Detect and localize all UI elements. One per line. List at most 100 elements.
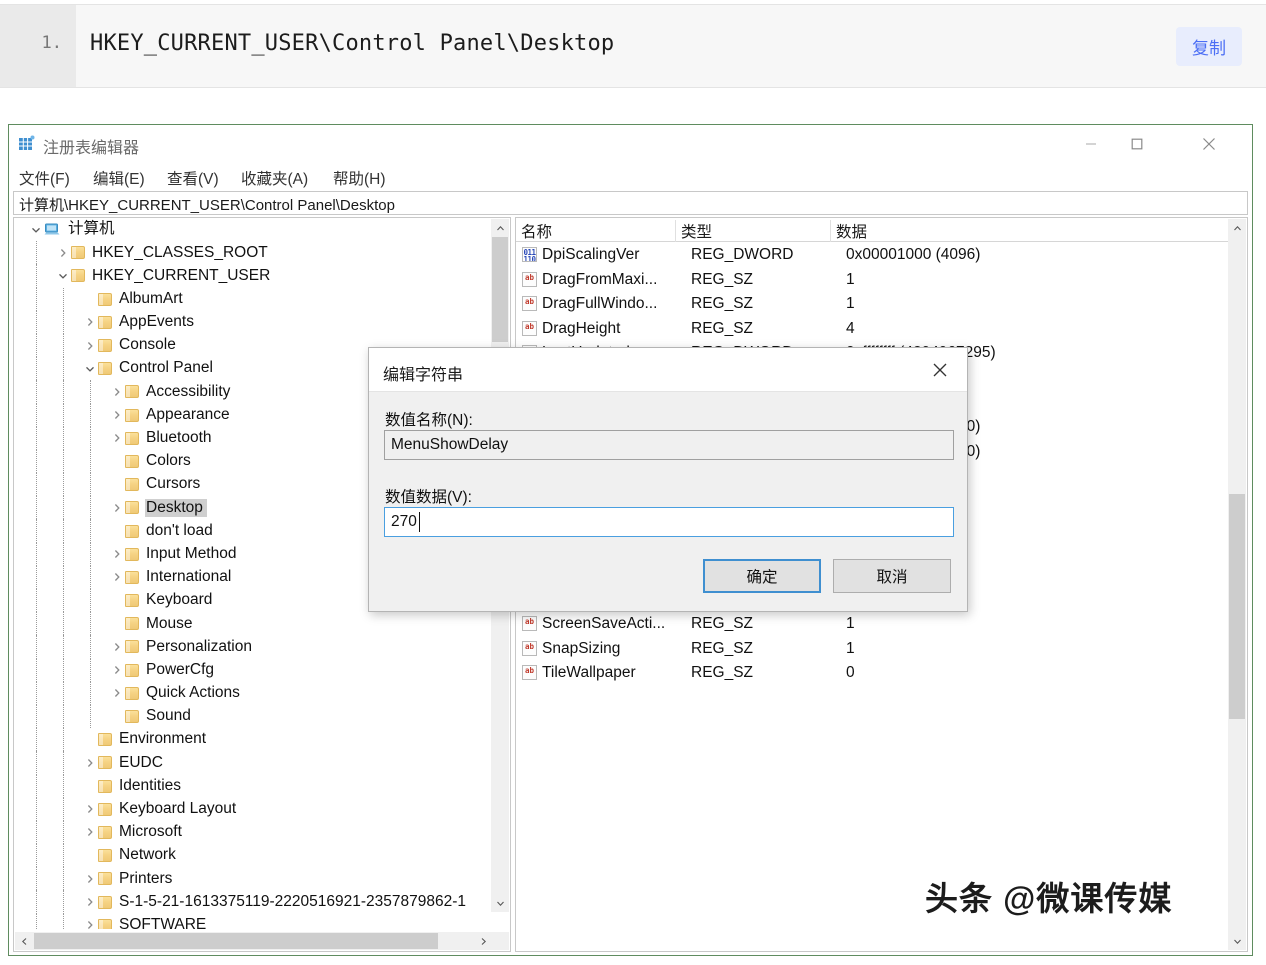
maximize-button[interactable] bbox=[1114, 125, 1160, 163]
tree-node-microsoft[interactable]: Microsoft bbox=[14, 820, 492, 845]
tree-guide-line bbox=[90, 473, 91, 497]
tree-scroll-thumb[interactable] bbox=[492, 237, 508, 342]
minimize-button[interactable] bbox=[1068, 125, 1114, 163]
menu-item-1[interactable]: 编辑(E) bbox=[93, 167, 145, 189]
scroll-up-icon[interactable] bbox=[1228, 219, 1246, 237]
chevron-right-icon[interactable] bbox=[82, 894, 98, 910]
tree-node-printers[interactable]: Printers bbox=[14, 867, 492, 891]
tree-node-software[interactable]: SOFTWARE bbox=[14, 913, 492, 929]
scroll-right-icon[interactable] bbox=[474, 932, 492, 950]
tree-node-quick-actions[interactable]: Quick Actions bbox=[14, 681, 492, 705]
dialog-titlebar: 编辑字符串 bbox=[369, 348, 967, 392]
tree-node-[interactable]: 计算机 bbox=[14, 218, 492, 241]
chevron-down-icon[interactable] bbox=[28, 222, 44, 238]
chevron-right-icon[interactable] bbox=[82, 755, 98, 771]
table-row[interactable]: ab DragHeight REG_SZ 4 bbox=[516, 317, 1229, 342]
tree-node-label: Control Panel bbox=[119, 359, 213, 377]
tree-node-label: Printers bbox=[119, 869, 173, 887]
tree-node-mouse[interactable]: Mouse bbox=[14, 612, 492, 636]
menu-item-4[interactable]: 帮助(H) bbox=[333, 167, 386, 189]
tree-node-powercfg[interactable]: PowerCfg bbox=[14, 658, 492, 682]
menu-item-3[interactable]: 收藏夹(A) bbox=[241, 167, 308, 189]
chevron-right-icon[interactable] bbox=[109, 430, 125, 446]
value-data-input[interactable] bbox=[385, 508, 953, 536]
tree-guide-line bbox=[36, 264, 37, 288]
chevron-down-icon[interactable] bbox=[82, 361, 98, 377]
table-row[interactable]: ab SnapSizing REG_SZ 1 bbox=[516, 637, 1229, 662]
table-row[interactable]: ab DragFromMaxi... REG_SZ 1 bbox=[516, 268, 1229, 293]
table-row[interactable]: ab ScreenSaveActi... REG_SZ 1 bbox=[516, 612, 1229, 637]
chevron-right-icon[interactable] bbox=[82, 801, 98, 817]
tree-guide-line bbox=[36, 890, 37, 914]
tree-node-label: Network bbox=[119, 846, 176, 864]
chevron-right-icon[interactable] bbox=[82, 314, 98, 330]
tree-guide-line bbox=[63, 542, 64, 566]
chevron-right-icon[interactable] bbox=[109, 569, 125, 585]
chevron-right-icon[interactable] bbox=[109, 546, 125, 562]
chevron-right-icon[interactable] bbox=[109, 407, 125, 423]
folder-icon bbox=[71, 246, 85, 260]
tree-horizontal-scrollbar[interactable] bbox=[15, 932, 492, 950]
tree-node-s-1-5-21-1613375119-2220516921-2357879862-1[interactable]: S-1-5-21-1613375119-2220516921-235787986… bbox=[14, 890, 492, 914]
tree-guide-line bbox=[63, 333, 64, 358]
string-value-icon: ab bbox=[522, 320, 537, 336]
value-data-field[interactable] bbox=[384, 507, 954, 537]
tree-node-eudc[interactable]: EUDC bbox=[14, 751, 492, 775]
chevron-right-icon[interactable] bbox=[109, 500, 125, 516]
address-bar[interactable]: 计算机\HKEY_CURRENT_USER\Control Panel\Desk… bbox=[13, 191, 1248, 215]
scroll-left-icon[interactable] bbox=[15, 932, 33, 950]
menu-item-2[interactable]: 查看(V) bbox=[167, 167, 219, 189]
tree-node-hkey-current-user[interactable]: HKEY_CURRENT_USER bbox=[14, 264, 492, 288]
dialog-close-button[interactable] bbox=[923, 356, 957, 384]
menu-item-0[interactable]: 文件(F) bbox=[19, 167, 70, 189]
tree-node-appevents[interactable]: AppEvents bbox=[14, 310, 492, 334]
table-row[interactable]: 011 110 DpiScalingVer REG_DWORD 0x00001000 (… bbox=[516, 243, 1229, 268]
folder-icon bbox=[125, 617, 139, 631]
ok-button[interactable]: 确定 bbox=[703, 559, 821, 593]
table-row[interactable]: ab DragFullWindo... REG_SZ 1 bbox=[516, 292, 1229, 317]
tree-node-personalization[interactable]: Personalization bbox=[14, 635, 492, 659]
scroll-up-icon[interactable] bbox=[491, 219, 509, 237]
tree-hscroll-thumb[interactable] bbox=[34, 933, 438, 949]
column-header-2[interactable]: 数据 bbox=[831, 220, 1229, 242]
chevron-right-icon[interactable] bbox=[82, 917, 98, 929]
cancel-button[interactable]: 取消 bbox=[833, 559, 951, 593]
tree-node-environment[interactable]: Environment bbox=[14, 728, 492, 752]
chevron-right-icon[interactable] bbox=[82, 338, 98, 354]
tree-node-network[interactable]: Network bbox=[14, 844, 492, 868]
tree-node-label: Appearance bbox=[146, 405, 230, 423]
value-type-cell: REG_SZ bbox=[691, 639, 754, 657]
scroll-down-icon[interactable] bbox=[1228, 932, 1246, 950]
chevron-right-icon[interactable] bbox=[82, 824, 98, 840]
chevron-down-icon[interactable] bbox=[55, 268, 71, 284]
folder-icon bbox=[125, 478, 139, 492]
folder-icon bbox=[98, 825, 112, 839]
value-type-cell: REG_DWORD bbox=[691, 246, 794, 263]
chevron-right-icon[interactable] bbox=[109, 662, 125, 678]
chevron-right-icon[interactable] bbox=[82, 871, 98, 887]
chevron-right-icon[interactable] bbox=[109, 685, 125, 701]
chevron-right-icon[interactable] bbox=[109, 384, 125, 400]
tree-node-albumart[interactable]: AlbumArt bbox=[14, 287, 492, 311]
close-button[interactable] bbox=[1186, 125, 1232, 163]
value-type-cell: REG_SZ bbox=[691, 270, 754, 288]
chevron-right-icon[interactable] bbox=[55, 245, 71, 261]
tree-node-hkey-classes-root[interactable]: HKEY_CLASSES_ROOT bbox=[14, 241, 492, 265]
value-name-cell: TileWallpaper bbox=[542, 664, 636, 682]
values-scroll-thumb[interactable] bbox=[1229, 494, 1245, 719]
value-name-input[interactable] bbox=[384, 430, 954, 460]
copy-button[interactable]: 复制 bbox=[1176, 27, 1242, 66]
tree-node-sound[interactable]: Sound bbox=[14, 704, 492, 729]
folder-icon bbox=[125, 663, 139, 677]
scroll-down-icon[interactable] bbox=[491, 894, 509, 912]
chevron-right-icon[interactable] bbox=[109, 639, 125, 655]
column-header-1[interactable]: 类型 bbox=[676, 220, 831, 242]
column-header-0[interactable]: 名称 bbox=[516, 220, 676, 242]
values-vertical-scrollbar[interactable] bbox=[1228, 219, 1246, 950]
string-value-icon: ab bbox=[522, 615, 537, 631]
tree-node-identities[interactable]: Identities bbox=[14, 774, 492, 798]
table-row[interactable]: ab TileWallpaper REG_SZ 0 bbox=[516, 661, 1229, 686]
tree-node-keyboard-layout[interactable]: Keyboard Layout bbox=[14, 797, 492, 821]
folder-icon bbox=[98, 872, 112, 886]
